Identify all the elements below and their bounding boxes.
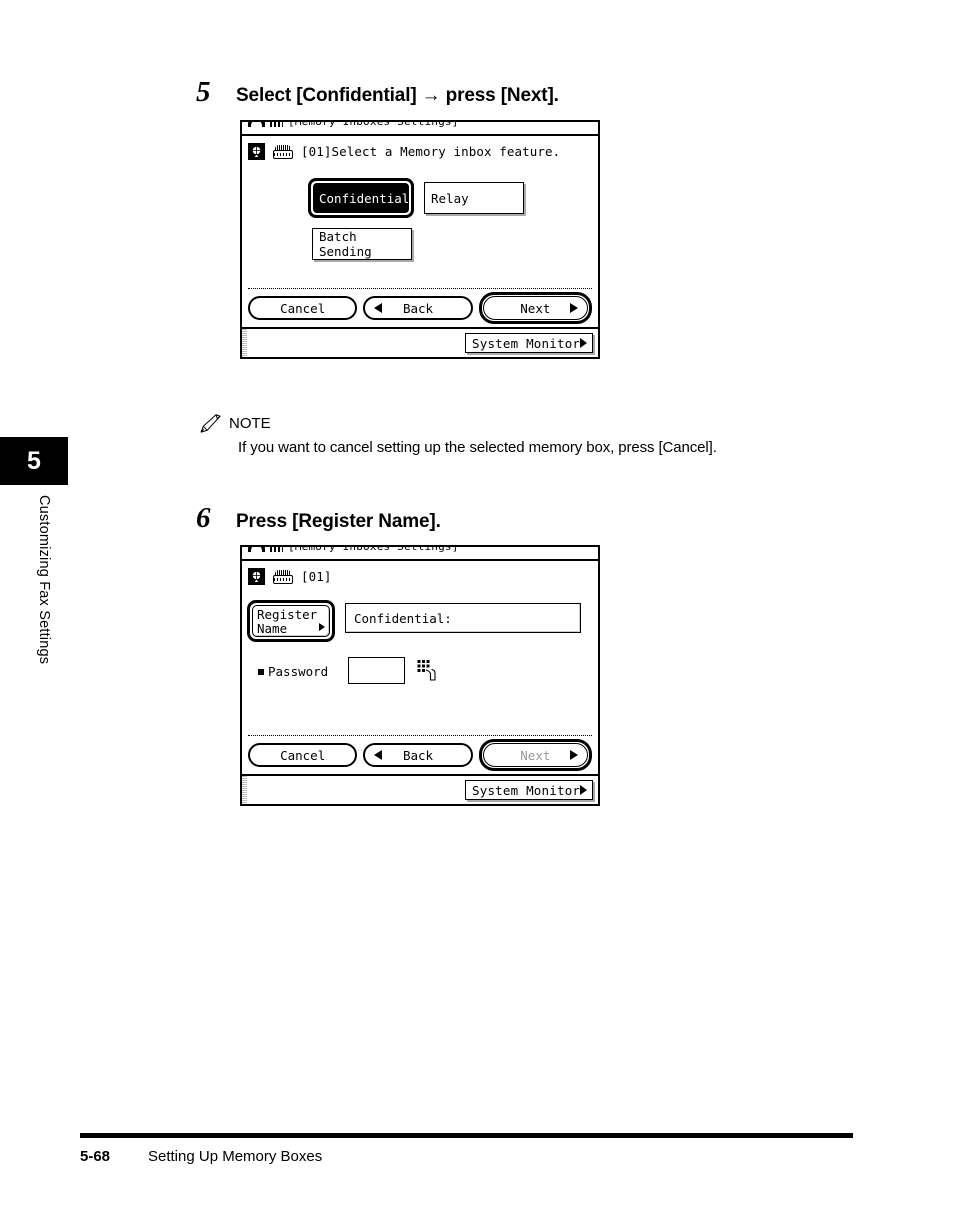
- lcd2-nav: Cancel Back Next: [248, 735, 592, 771]
- lcd2-header: [01]: [242, 561, 598, 585]
- step-5-number: 5: [196, 76, 211, 108]
- lcd2-titlebar: [Memory Inboxes Settings]: [242, 547, 598, 561]
- system-monitor-button[interactable]: System Monitor: [465, 780, 593, 800]
- next-button-focus-ring: Next: [478, 292, 592, 324]
- globe-icon: [248, 568, 265, 585]
- lcd1-header-text: [01]Select a Memory inbox feature.: [301, 144, 561, 159]
- footer-section-title: Setting Up Memory Boxes: [148, 1148, 323, 1165]
- lcd1-feature-area: Confidential Relay Batch Sending: [242, 170, 598, 280]
- cancel-button[interactable]: Cancel: [248, 296, 358, 320]
- feature-button-confidential[interactable]: Confidential: [308, 178, 414, 218]
- next-button-label: Next: [520, 300, 551, 316]
- pencil-icon: [200, 414, 222, 433]
- fax-head-icon: [248, 122, 265, 127]
- cancel-button-label: Cancel: [280, 747, 326, 763]
- register-name-value: Confidential:: [354, 610, 452, 626]
- back-button-label: Back: [402, 747, 434, 763]
- lcd2-header-text: [01]: [301, 569, 332, 584]
- fax-machine-icon: [273, 569, 293, 584]
- system-monitor-label: System Monitor: [472, 335, 581, 351]
- footer-rule: [80, 1133, 853, 1138]
- lcd1-header: [01]Select a Memory inbox feature.: [242, 136, 598, 160]
- keypad-icon: [270, 547, 283, 552]
- lcd2-titlebar-text: [Memory Inboxes Settings]: [288, 547, 459, 553]
- step-6-heading: 6 Press [Register Name].: [196, 502, 441, 535]
- triangle-right-icon: [580, 785, 587, 795]
- back-button-label: Back: [402, 300, 434, 316]
- note-text: If you want to cancel setting up the sel…: [238, 439, 717, 456]
- next-button[interactable]: Next: [482, 296, 588, 320]
- next-button[interactable]: Next: [482, 743, 588, 767]
- register-name-value-field[interactable]: Confidential:: [345, 603, 581, 633]
- system-monitor-button[interactable]: System Monitor: [465, 333, 593, 353]
- lcd-screen-2: [Memory Inboxes Settings] [01] Register …: [240, 545, 600, 806]
- cancel-button-label: Cancel: [280, 300, 326, 316]
- lcd1-nav: Cancel Back Next: [248, 288, 592, 324]
- page-number: 5-68: [80, 1148, 111, 1165]
- feature-label-batch-sending: Batch Sending: [319, 229, 372, 259]
- lcd1-body: [01]Select a Memory inbox feature. Confi…: [242, 136, 598, 329]
- next-button-label: Next: [520, 747, 551, 763]
- feature-button-batch-sending[interactable]: Batch Sending: [312, 228, 412, 260]
- password-input[interactable]: [348, 657, 405, 684]
- bullet-icon: [258, 668, 264, 675]
- password-label: Password: [258, 664, 328, 679]
- register-name-focus-ring: Register Name: [247, 600, 335, 642]
- step-5-heading: 5 Select [Confidential] → press [Next].: [196, 76, 559, 109]
- triangle-left-icon: [374, 750, 383, 760]
- chapter-number: 5: [27, 446, 41, 475]
- password-label-text: Password: [268, 664, 329, 679]
- lcd2-status-bar: System Monitor: [242, 776, 598, 804]
- register-name-button[interactable]: Register Name: [252, 605, 330, 637]
- lcd-screen-1: [Memory Inboxes Settings] [01]Select a M…: [240, 120, 600, 359]
- cancel-button[interactable]: Cancel: [248, 743, 358, 767]
- note-header: NOTE: [200, 414, 717, 433]
- feature-label-relay: Relay: [431, 190, 469, 206]
- keypad-icon: [270, 122, 283, 127]
- step-6-number: 6: [196, 502, 211, 534]
- lcd2-body: [01] Register Name Confidential: Passwor…: [242, 561, 598, 776]
- lcd1-titlebar: [Memory Inboxes Settings]: [242, 122, 598, 136]
- back-button[interactable]: Back: [363, 296, 473, 320]
- step-5-title: Select [Confidential] → press [Next].: [236, 85, 559, 106]
- lcd1-status-bar: System Monitor: [242, 329, 598, 357]
- fax-machine-icon: [273, 144, 293, 159]
- globe-icon: [248, 143, 265, 160]
- triangle-right-icon: [569, 303, 578, 313]
- step-6-title: Press [Register Name].: [236, 511, 441, 532]
- next-button-focus-ring: Next: [478, 739, 592, 771]
- lcd1-titlebar-text: [Memory Inboxes Settings]: [288, 122, 459, 128]
- chapter-title: Customizing Fax Settings: [36, 495, 52, 665]
- system-monitor-label: System Monitor: [472, 782, 581, 798]
- triangle-right-icon: [569, 750, 578, 760]
- register-name-line1: Register: [257, 607, 318, 622]
- note-block: NOTE If you want to cancel setting up th…: [200, 414, 717, 456]
- triangle-left-icon: [374, 303, 383, 313]
- fax-head-icon: [248, 547, 265, 552]
- chapter-tab: 5: [0, 437, 68, 485]
- feature-button-confidential-inner: Confidential: [313, 183, 409, 213]
- back-button[interactable]: Back: [363, 743, 473, 767]
- note-label: NOTE: [229, 415, 271, 432]
- triangle-right-icon: [580, 338, 587, 348]
- feature-button-relay[interactable]: Relay: [424, 182, 524, 214]
- feature-label-confidential: Confidential: [319, 190, 410, 206]
- keypad-hand-icon: [417, 659, 439, 683]
- triangle-right-icon: [319, 623, 325, 631]
